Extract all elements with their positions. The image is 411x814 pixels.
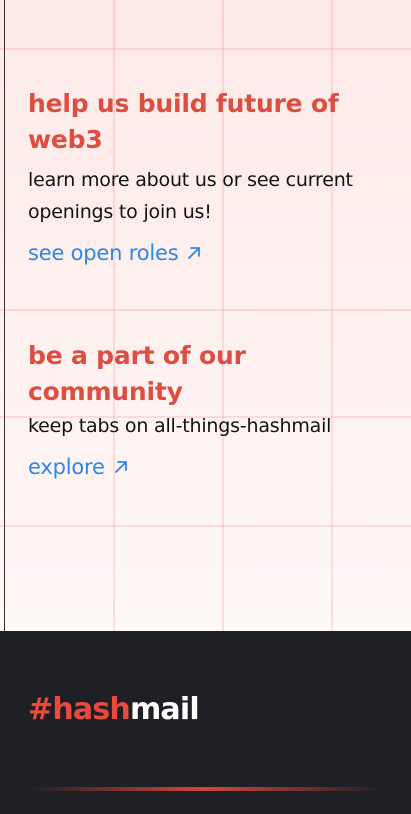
careers-section: help us build future of web3 learn more … [28, 86, 391, 268]
careers-description: learn more about us or see current openi… [28, 169, 353, 223]
arrow-up-right-icon [114, 461, 127, 473]
explore-link[interactable]: explore [28, 452, 129, 482]
arrow-up-right-icon [188, 247, 201, 259]
logo-hash-text: #hash [28, 692, 131, 727]
community-description: keep tabs on all-things-hashmail [28, 415, 332, 437]
grid-line [0, 309, 411, 311]
footer-divider [28, 787, 383, 791]
community-title: be a part of our community [28, 341, 246, 406]
hashmail-logo[interactable]: #hashmail [28, 692, 200, 727]
see-open-roles-label: see open roles [28, 241, 179, 265]
community-section: be a part of our community keep tabs on … [28, 338, 391, 482]
grid-line [0, 525, 411, 527]
grid-line [0, 48, 411, 50]
footer: #hashmail [0, 631, 411, 814]
careers-title: help us build future of web3 [28, 89, 339, 154]
explore-label: explore [28, 455, 105, 479]
page: help us build future of web3 learn more … [0, 0, 411, 814]
see-open-roles-link[interactable]: see open roles [28, 238, 202, 268]
logo-mail-text: mail [129, 692, 200, 727]
